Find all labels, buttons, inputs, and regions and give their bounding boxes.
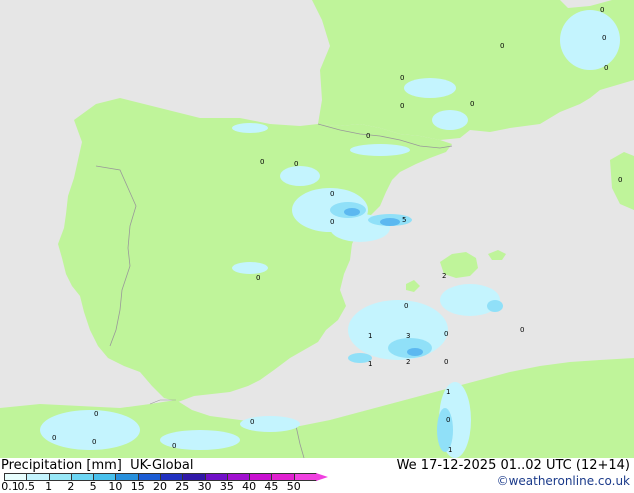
rain-area — [487, 300, 503, 312]
scale-tick-label: 2 — [67, 480, 75, 493]
station-value: 0 — [256, 274, 260, 282]
station-value: 0 — [294, 160, 298, 168]
station-value: 0 — [470, 100, 474, 108]
scale-tick-label: 10 — [108, 480, 123, 493]
rain-area — [380, 218, 400, 226]
credit-link[interactable]: ©weatheronline.co.uk — [497, 474, 630, 489]
scale-tick-label: 45 — [264, 480, 279, 493]
station-value: 0 — [94, 410, 98, 418]
station-value: 0 — [330, 190, 334, 198]
scale-tick-label: 30 — [197, 480, 212, 493]
map-title: Precipitation [mm] UK-Global — [1, 458, 194, 473]
scale-arrow-icon — [316, 473, 328, 481]
scale-tick-label: 20 — [153, 480, 167, 493]
rain-area — [280, 166, 320, 186]
station-value: 1 — [368, 360, 372, 368]
station-value: 1 — [448, 446, 452, 454]
scale-tick-label: 0.1 — [1, 480, 19, 493]
station-value: 0 — [602, 34, 606, 42]
station-value: 0 — [444, 330, 448, 338]
station-value: 0 — [400, 102, 404, 110]
station-value: 0 — [330, 218, 334, 226]
station-value: 0 — [52, 434, 56, 442]
station-value: 0 — [400, 74, 404, 82]
map-canvas: 0 0 0 0 0 0 0 0 0 0 0 5 0 2 0 1 3 0 1 2 … — [0, 0, 634, 459]
station-value: 0 — [618, 176, 622, 184]
scale-tick-label: 15 — [130, 480, 145, 493]
forecast-timestamp: We 17-12-2025 01..02 UTC (12+14) — [396, 458, 630, 473]
rain-area — [407, 348, 423, 356]
scale-tick-label: 25 — [175, 480, 190, 493]
station-value: 0 — [520, 326, 524, 334]
station-value: 2 — [442, 272, 446, 280]
station-value: 0 — [260, 158, 264, 166]
station-value: 0 — [404, 302, 408, 310]
station-value: 0 — [444, 358, 448, 366]
station-value: 0 — [366, 132, 370, 140]
precipitation-map: 0 0 0 0 0 0 0 0 0 0 0 5 0 2 0 1 3 0 1 2 … — [0, 0, 634, 459]
rain-area — [344, 208, 360, 216]
rain-area — [350, 144, 410, 156]
rain-area — [440, 284, 500, 316]
scale-tick-label: 50 — [286, 480, 301, 493]
precipitation-color-scale — [4, 473, 330, 481]
scale-tick-label: 40 — [242, 480, 257, 493]
station-value: 1 — [368, 332, 372, 340]
rain-area — [232, 123, 268, 133]
rain-area — [560, 10, 620, 70]
rain-area — [404, 78, 456, 98]
scale-tick-label: 35 — [219, 480, 234, 493]
station-value: 1 — [446, 388, 450, 396]
station-value: 0 — [172, 442, 176, 450]
map-footer: Precipitation [mm] UK-Global We 17-12-20… — [0, 458, 634, 493]
station-value: 5 — [402, 216, 406, 224]
scale-tick-label: 5 — [89, 480, 97, 493]
station-value: 0 — [500, 42, 504, 50]
station-value: 0 — [446, 416, 450, 424]
station-value: 3 — [406, 332, 410, 340]
station-value: 0 — [604, 64, 608, 72]
rain-area — [240, 416, 300, 432]
station-value: 2 — [406, 358, 410, 366]
scale-tick-label: 0.5 — [17, 480, 36, 493]
station-value: 0 — [250, 418, 254, 426]
rain-area — [432, 110, 468, 130]
rain-area — [40, 410, 140, 450]
rain-area — [232, 262, 268, 274]
scale-tick-label: 1 — [45, 480, 53, 493]
station-value: 0 — [600, 6, 604, 14]
station-value: 0 — [92, 438, 96, 446]
